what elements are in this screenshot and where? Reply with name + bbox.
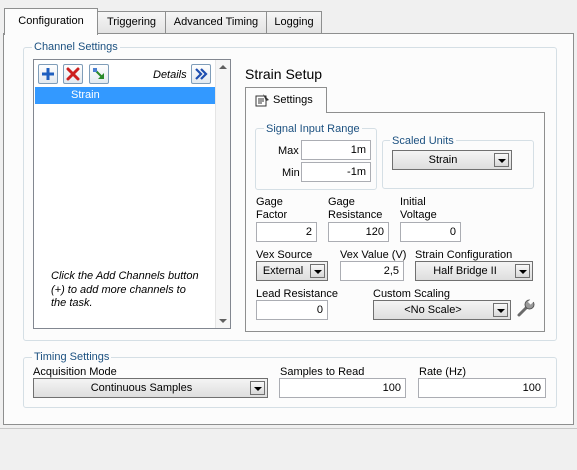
channel-list[interactable]: Details Strain Click the Add Channels bu… <box>33 59 231 329</box>
chevron-down-icon[interactable] <box>515 264 530 278</box>
acquisition-mode-select[interactable]: Continuous Samples <box>33 378 268 398</box>
max-label: Max <box>278 145 299 157</box>
tab-logging[interactable]: Logging <box>266 11 322 33</box>
tab-triggering[interactable]: Triggering <box>97 11 166 33</box>
max-input[interactable]: 1m <box>301 140 371 160</box>
gage-factor-label: Gage Factor <box>256 196 288 221</box>
double-chevron-right-icon <box>195 68 208 80</box>
remove-channel-button[interactable] <box>63 64 83 84</box>
list-item-label: Strain <box>71 89 100 101</box>
scroll-up-arrow[interactable] <box>219 65 227 69</box>
chevron-down-icon[interactable] <box>494 153 509 167</box>
details-button[interactable] <box>191 64 211 84</box>
initial-voltage-label: Initial Voltage <box>400 196 437 221</box>
acquisition-mode-value: Continuous Samples <box>90 382 193 394</box>
gage-resistance-input[interactable]: 120 <box>328 222 389 242</box>
vex-source-value: External <box>262 265 304 277</box>
list-item[interactable]: Strain <box>35 87 215 104</box>
scaled-units-title: Scaled Units <box>390 135 456 147</box>
custom-scaling-select[interactable]: <No Scale> <box>373 300 511 320</box>
vex-value-input[interactable]: 2,5 <box>340 261 404 281</box>
lead-resistance-input[interactable]: 0 <box>256 300 328 320</box>
settings-tab-icon <box>255 94 269 107</box>
vex-source-select[interactable]: External <box>256 261 328 281</box>
chevron-down-icon[interactable] <box>310 264 325 278</box>
move-channel-button[interactable] <box>89 64 109 84</box>
chevron-down-icon[interactable] <box>250 381 265 395</box>
arrow-icon <box>93 68 104 79</box>
settings-tab-label: Settings <box>273 94 313 106</box>
custom-scaling-value: <No Scale> <box>404 304 462 316</box>
min-input[interactable]: -1m <box>301 162 371 182</box>
scaled-units-select[interactable]: Strain <box>392 150 512 170</box>
timing-settings-title: Timing Settings <box>32 351 112 363</box>
list-scrollbar[interactable] <box>215 60 230 328</box>
strain-configuration-select[interactable]: Half Bridge II <box>415 261 533 281</box>
strain-configuration-value: Half Bridge II <box>433 265 497 277</box>
rate-input[interactable]: 100 <box>418 378 546 398</box>
chevron-down-icon[interactable] <box>493 303 508 317</box>
scaled-units-value: Strain <box>428 154 458 166</box>
scroll-down-arrow[interactable] <box>219 319 227 323</box>
add-channel-button[interactable] <box>38 64 58 84</box>
min-label: Min <box>282 167 300 179</box>
strain-setup-title: Strain Setup <box>245 66 323 82</box>
bottom-separator <box>0 428 577 429</box>
samples-to-read-input[interactable]: 100 <box>279 378 406 398</box>
details-label: Details <box>153 69 187 81</box>
tab-advanced-timing[interactable]: Advanced Timing <box>165 11 267 33</box>
red-x-icon <box>66 67 80 81</box>
channel-settings-title: Channel Settings <box>32 41 120 53</box>
tab-configuration[interactable]: Configuration <box>4 8 98 35</box>
signal-input-range-title: Signal Input Range <box>264 123 362 135</box>
list-hint: Click the Add Channels button (+) to add… <box>51 270 199 309</box>
wrench-icon[interactable] <box>516 298 536 318</box>
gage-resistance-label: Gage Resistance <box>328 196 383 221</box>
plus-icon <box>42 68 54 80</box>
settings-tab[interactable]: Settings <box>245 87 327 113</box>
gage-factor-input[interactable]: 2 <box>256 222 317 242</box>
initial-voltage-input[interactable]: 0 <box>400 222 461 242</box>
